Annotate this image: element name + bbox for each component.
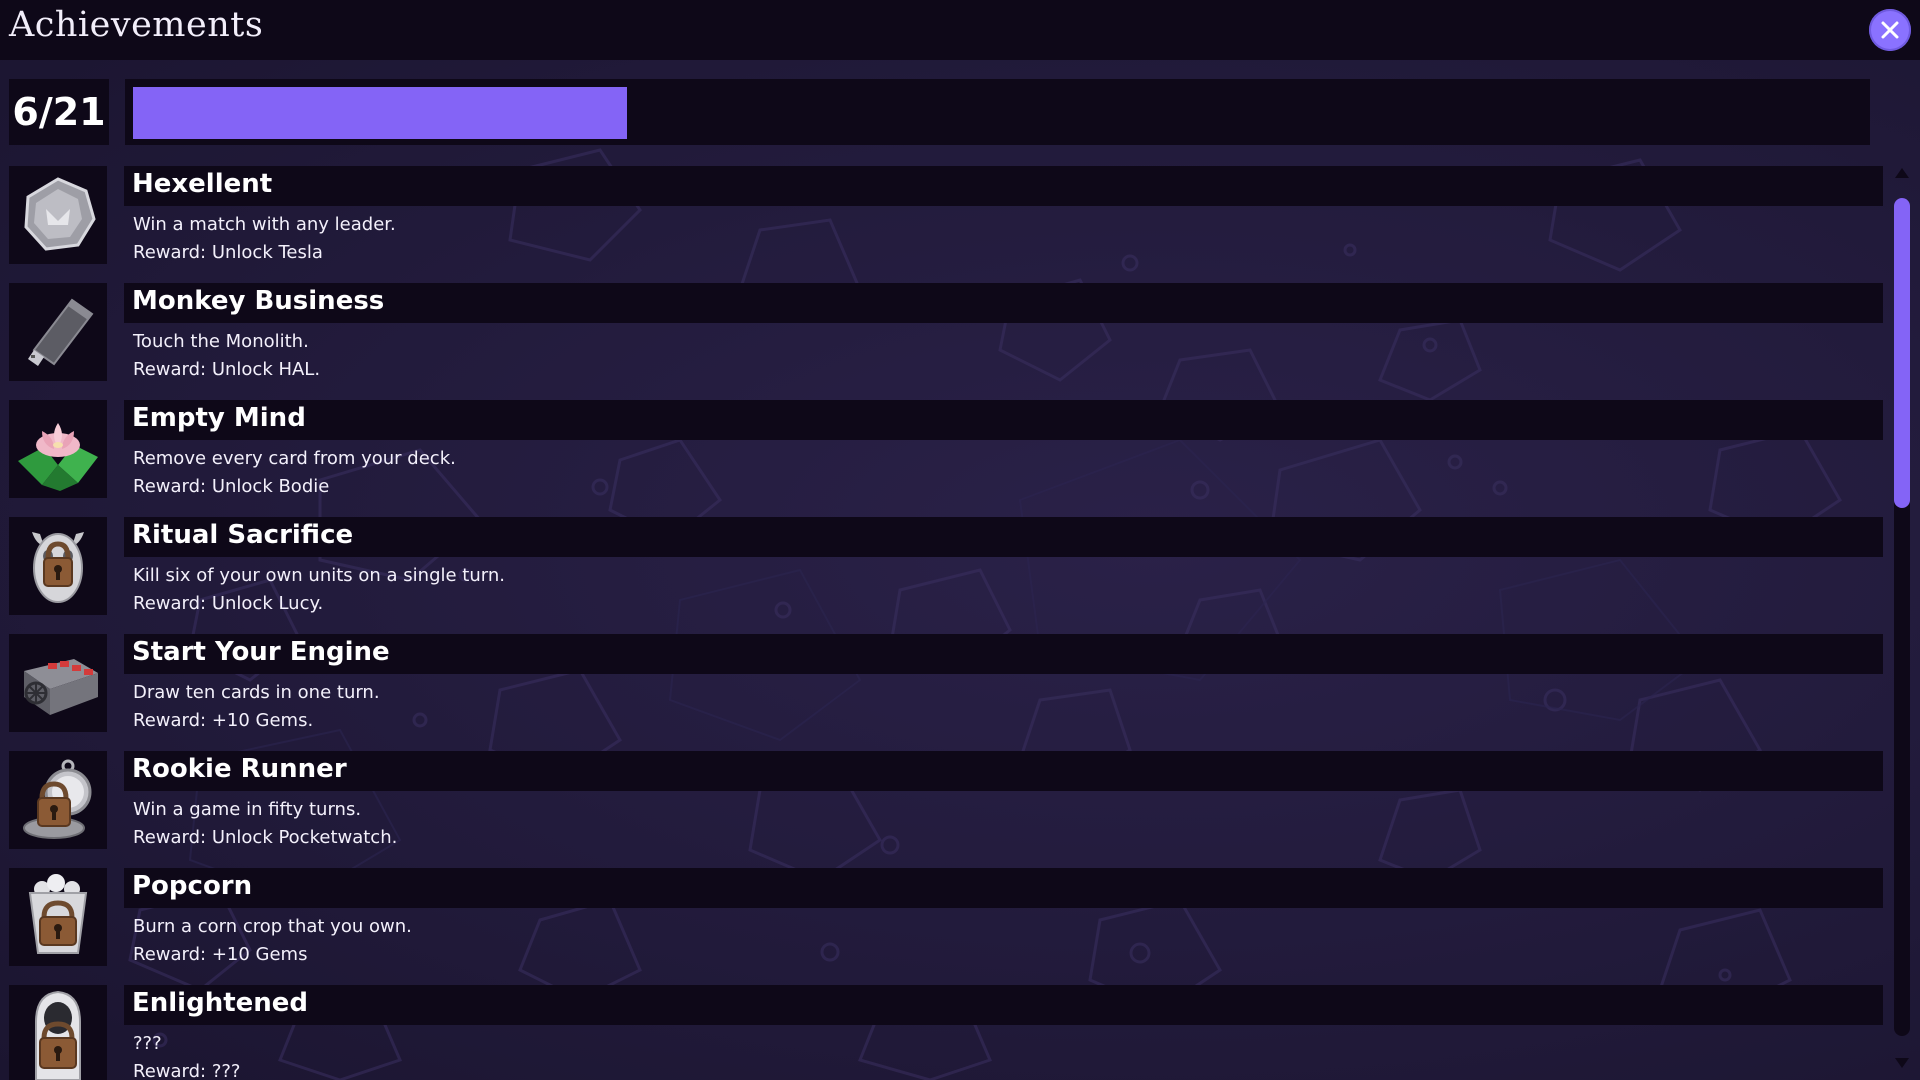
lotus-flower-icon (9, 400, 107, 498)
achievement-title: Hexellent (132, 169, 273, 199)
achievement-reward: Reward: ??? (133, 1061, 241, 1080)
achievement-title: Rookie Runner (132, 754, 347, 784)
achievement-row: Empty Mind Remove every card from your d… (0, 400, 1890, 502)
achievement-row: Start Your Engine Draw ten cards in one … (0, 634, 1890, 736)
achievement-description: Win a game in fifty turns. (133, 799, 362, 820)
close-button[interactable] (1869, 9, 1911, 51)
achievement-description: Touch the Monolith. (133, 331, 309, 352)
pocketwatch-padlock-icon (9, 751, 107, 849)
silver-hexagon-medal-icon (9, 166, 107, 264)
achievement-header: Popcorn (124, 868, 1883, 908)
achievement-row: Ritual Sacrifice Kill six of your own un… (0, 517, 1890, 619)
achievement-title: Popcorn (132, 871, 253, 901)
achievement-reward: Reward: +10 Gems. (133, 710, 314, 731)
achievement-title: Monkey Business (132, 286, 385, 316)
achievement-reward: Reward: Unlock Lucy. (133, 593, 324, 614)
usb-drive-icon (9, 283, 107, 381)
achievement-reward: Reward: +10 Gems (133, 944, 308, 965)
achievement-header: Start Your Engine (124, 634, 1883, 674)
hooded-figure-padlock-icon (9, 985, 107, 1080)
achievement-count: 6/21 (9, 79, 109, 145)
scroll-up-arrow-icon[interactable] (1895, 168, 1909, 178)
achievement-progress-bar (125, 79, 1870, 145)
achievement-header: Monkey Business (124, 283, 1883, 323)
achievement-reward: Reward: Unlock HAL. (133, 359, 321, 380)
progress-bar-fill (133, 87, 627, 139)
achievement-row: Hexellent Win a match with any leader. R… (0, 166, 1890, 268)
cow-skull-padlock-icon (9, 517, 107, 615)
achievement-description: ??? (133, 1033, 162, 1054)
achievement-header: Ritual Sacrifice (124, 517, 1883, 557)
achievement-title: Enlightened (132, 988, 309, 1018)
page-title: Achievements (9, 5, 264, 45)
scrollbar-thumb[interactable] (1894, 198, 1910, 508)
achievement-row: Popcorn Burn a corn crop that you own. R… (0, 868, 1890, 970)
achievement-reward: Reward: Unlock Tesla (133, 242, 323, 263)
achievement-header: Empty Mind (124, 400, 1883, 440)
achievement-row: Monkey Business Touch the Monolith. Rewa… (0, 283, 1890, 385)
engine-block-icon (9, 634, 107, 732)
popcorn-bag-padlock-icon (9, 868, 107, 966)
achievement-title: Ritual Sacrifice (132, 520, 354, 550)
achievement-title: Empty Mind (132, 403, 306, 433)
achievement-description: Draw ten cards in one turn. (133, 682, 380, 703)
achievement-reward: Reward: Unlock Bodie (133, 476, 330, 497)
achievement-row: Enlightened ??? Reward: ??? (0, 985, 1890, 1080)
achievement-header: Enlightened (124, 985, 1883, 1025)
achievement-description: Kill six of your own units on a single t… (133, 565, 505, 586)
achievement-title: Start Your Engine (132, 637, 390, 667)
scroll-down-arrow-icon[interactable] (1895, 1058, 1909, 1068)
achievements-screen: Achievements 6/21 Hexellent Win a match … (0, 0, 1920, 1080)
achievement-description: Burn a corn crop that you own. (133, 916, 412, 937)
achievement-list[interactable]: Hexellent Win a match with any leader. R… (0, 166, 1890, 1080)
achievement-header: Rookie Runner (124, 751, 1883, 791)
achievement-header: Hexellent (124, 166, 1883, 206)
achievement-description: Win a match with any leader. (133, 214, 396, 235)
achievement-reward: Reward: Unlock Pocketwatch. (133, 827, 398, 848)
achievement-description: Remove every card from your deck. (133, 448, 456, 469)
achievement-row: Rookie Runner Win a game in fifty turns.… (0, 751, 1890, 853)
close-x-icon (1881, 21, 1899, 39)
title-bar: Achievements (0, 0, 1920, 60)
